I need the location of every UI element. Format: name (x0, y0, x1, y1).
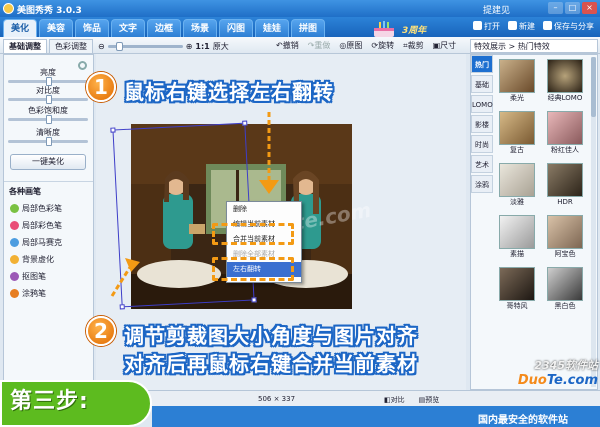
effect-label: 柔光 (510, 94, 524, 102)
effect-thumb[interactable]: 阿宝色 (545, 215, 585, 259)
category-art[interactable]: 艺术 (471, 155, 493, 173)
step2-instruction-line1: 调节剪裁图大小角度与图片对齐 (124, 324, 418, 348)
step2-arrow-head (125, 258, 140, 272)
effects-panel: 热门 基础 LOMO 影楼 时尚 艺术 涂鸦 柔光 经典LOMO 复古 粉红佳人… (470, 54, 598, 390)
step2-number-badge: 2 (86, 316, 116, 346)
category-hot[interactable]: 热门 (471, 55, 493, 73)
effect-thumb[interactable]: 复古 (497, 111, 537, 155)
app-window: 美图秀秀 3.0.3 提建见 – □ × 美化 美容 饰品 文字 边框 场景 闪… (0, 0, 600, 427)
compare-label: 对比 (390, 396, 405, 404)
preview-label: 预览 (425, 396, 440, 404)
category-doodle[interactable]: 涂鸦 (471, 175, 493, 193)
category-lomo[interactable]: LOMO (471, 95, 493, 113)
site-logo-cn: 2345软件站 (534, 359, 598, 372)
effect-preview (499, 59, 535, 93)
effect-preview (547, 267, 583, 301)
site-logo-en-pre: Duo (517, 373, 547, 388)
effect-preview (547, 111, 583, 145)
effect-label: 复古 (510, 146, 524, 154)
step-label-badge: 第三步: (0, 380, 152, 427)
effect-preview (547, 59, 583, 93)
step2-arrow-line (110, 263, 134, 297)
effect-label: HDR (557, 198, 573, 206)
preview-button[interactable]: ▤预览 (419, 395, 440, 405)
effect-thumb[interactable]: 柔光 (497, 59, 537, 103)
step1-instruction: 鼠标右键选择左右翻转 (124, 80, 334, 104)
effects-scroll-thumb[interactable] (591, 57, 596, 117)
effect-thumb[interactable]: HDR (545, 163, 585, 207)
step1-number-badge: 1 (86, 72, 116, 102)
effect-label: 粉红佳人 (551, 146, 579, 154)
step1-arrow-head (259, 180, 279, 194)
effect-thumb[interactable]: 黑白色 (545, 267, 585, 311)
status-actions: ◧对比 ▤预览 (384, 395, 439, 405)
effect-label: 淡雅 (510, 198, 524, 206)
effect-label: 经典LOMO (547, 94, 583, 102)
effect-label: 黑白色 (554, 302, 576, 310)
effect-thumb[interactable]: 淡雅 (497, 163, 537, 207)
site-logo: 2345软件站 DuoTe.com (495, 357, 598, 409)
site-logo-en-post: Te.com (546, 373, 598, 388)
effect-preview (499, 163, 535, 197)
category-basic[interactable]: 基础 (471, 75, 493, 93)
effects-scrollbar[interactable] (591, 57, 596, 387)
effect-thumb[interactable]: 粉红佳人 (545, 111, 585, 155)
effect-preview (499, 111, 535, 145)
effect-thumb[interactable]: 哥特风 (497, 267, 537, 311)
effect-preview (499, 215, 535, 249)
effect-preview (547, 163, 583, 197)
site-slogan: 国内最安全的软件站 (478, 415, 568, 426)
compare-button[interactable]: ◧对比 (384, 395, 405, 405)
image-dimensions: 506 × 337 (258, 395, 296, 403)
effect-preview (499, 267, 535, 301)
category-fashion[interactable]: 时尚 (471, 135, 493, 153)
site-logo-en: DuoTe.com (495, 373, 598, 388)
effect-thumb[interactable]: 经典LOMO (545, 59, 585, 103)
effect-label: 哥特风 (506, 302, 528, 310)
effect-label: 阿宝色 (554, 250, 576, 258)
compare-icon: ◧ (384, 396, 391, 404)
effect-preview (547, 215, 583, 249)
effect-thumb[interactable]: 素描 (497, 215, 537, 259)
effect-category-list: 热门 基础 LOMO 影楼 时尚 艺术 涂鸦 (471, 55, 493, 195)
category-studio[interactable]: 影楼 (471, 115, 493, 133)
effect-label: 素描 (510, 250, 524, 258)
step2-instruction-line2: 对齐后再鼠标右键合并当前素材 (124, 352, 418, 376)
